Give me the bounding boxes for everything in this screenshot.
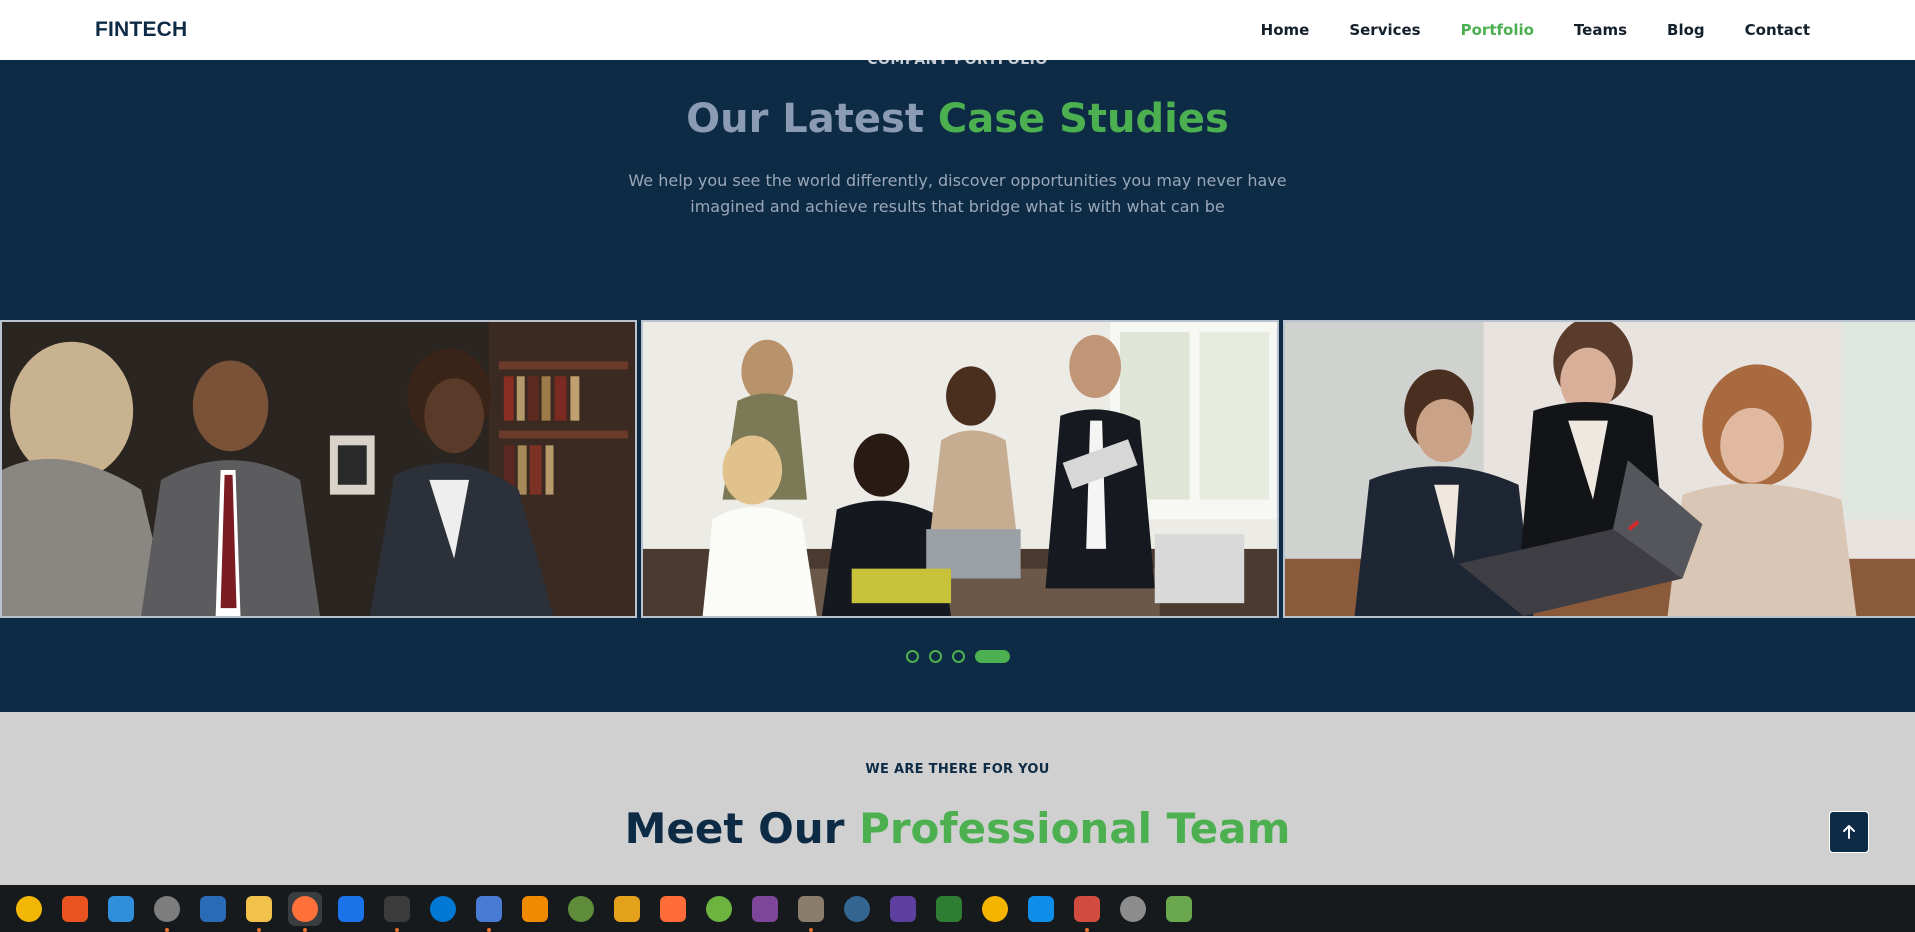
sticky-notes-icon[interactable] [978, 892, 1012, 926]
postgresql-icon[interactable] [840, 892, 874, 926]
postman-icon-glyph [660, 895, 686, 922]
vscode-icon[interactable] [426, 892, 460, 926]
team-heading: Meet Our Professional Team [0, 804, 1915, 853]
text-editor-icon[interactable] [242, 892, 276, 932]
vscode-icon-glyph [430, 895, 456, 922]
firefox-icon-glyph [292, 895, 318, 922]
notes-icon[interactable] [472, 892, 506, 932]
color-picker-icon[interactable] [932, 892, 966, 926]
vlc-icon[interactable] [518, 892, 552, 926]
heading-accent-part: Case Studies [937, 96, 1229, 142]
kodi-icon-glyph [890, 895, 916, 922]
team-section: WE ARE THERE FOR YOU Meet Our Profession… [0, 712, 1915, 885]
nav-item-services[interactable]: Services [1349, 21, 1420, 39]
vlc-icon-glyph [522, 895, 548, 922]
lead-line-2: imagined and achieve results that bridge… [690, 197, 1225, 216]
help-icon[interactable] [104, 892, 138, 926]
network-tool-icon[interactable] [564, 892, 598, 926]
presentation-icon[interactable] [1070, 892, 1104, 932]
portfolio-section: COMPANY PORTFOLIO Our Latest Case Studie… [0, 52, 1915, 712]
running-indicator [165, 927, 169, 932]
carousel-pagination [0, 650, 1915, 663]
top-navbar: FINTECH Home Services Portfolio Teams Blog Co… [0, 0, 1915, 60]
software-center-icon[interactable] [58, 892, 92, 926]
ssd-drive-icon[interactable] [1116, 892, 1150, 926]
calculator-icon-glyph [614, 895, 640, 922]
gimp-icon-glyph [798, 895, 824, 922]
kodi-icon[interactable] [886, 892, 920, 926]
case-study-carousel[interactable] [0, 320, 1915, 620]
running-indicator [395, 927, 399, 932]
laptop-collaboration-photo [1285, 322, 1915, 616]
case-study-slide-3[interactable] [1283, 320, 1915, 618]
main-nav: Home Services Portfolio Teams Blog Contact [1261, 21, 1820, 39]
carousel-dot-2[interactable] [928, 650, 942, 663]
terminal-icon[interactable] [380, 892, 414, 932]
document-viewer-icon[interactable] [196, 892, 230, 926]
tor-browser-icon-glyph [752, 895, 778, 922]
carousel-dot-3[interactable] [951, 650, 965, 663]
notes-icon-glyph [476, 895, 502, 922]
nav-item-blog[interactable]: Blog [1667, 21, 1705, 39]
heading-muted-part: Our Latest [686, 96, 924, 142]
wireshark-icon-glyph [338, 895, 364, 922]
rhythmbox-icon[interactable] [12, 892, 46, 926]
trash-icon[interactable] [1162, 892, 1196, 926]
scroll-to-top-button[interactable] [1829, 811, 1869, 853]
postman-icon[interactable] [656, 892, 690, 926]
rhythmbox-icon-glyph [16, 895, 42, 922]
business-meeting-photo [2, 322, 635, 616]
software-center-icon-glyph [62, 895, 88, 922]
postgresql-icon-glyph [844, 895, 870, 922]
network-tool-icon-glyph [568, 895, 594, 922]
team-heading-dark: Meet Our [624, 804, 845, 853]
document-viewer-icon-glyph [200, 895, 226, 922]
case-study-slide-2[interactable] [641, 320, 1279, 618]
nav-item-contact[interactable]: Contact [1745, 21, 1810, 39]
carousel-dot-4[interactable] [974, 650, 1010, 663]
teamviewer-icon[interactable] [1024, 892, 1058, 926]
running-indicator [257, 927, 261, 932]
nav-item-home[interactable]: Home [1261, 21, 1310, 39]
carousel-dot-1[interactable] [905, 650, 919, 663]
sticky-notes-icon-glyph [982, 895, 1008, 922]
brand-logo[interactable]: FINTECH [95, 18, 187, 42]
gimp-icon[interactable] [794, 892, 828, 932]
running-indicator [303, 927, 307, 932]
firefox-icon[interactable] [288, 891, 322, 932]
nav-item-portfolio[interactable]: Portfolio [1461, 21, 1534, 39]
portfolio-heading: Our Latest Case Studies [0, 96, 1915, 142]
os-taskbar [0, 885, 1915, 932]
presentation-icon-glyph [1074, 895, 1100, 922]
color-picker-icon-glyph [936, 895, 962, 922]
text-editor-icon-glyph [246, 895, 272, 922]
tor-browser-icon[interactable] [748, 892, 782, 926]
arrow-up-icon [1843, 825, 1855, 839]
team-discussion-photo [643, 322, 1277, 616]
lead-line-1: We help you see the world differently, d… [628, 171, 1287, 190]
ssd-drive-icon-glyph [1120, 895, 1146, 922]
running-indicator [1085, 927, 1089, 932]
running-indicator [487, 927, 491, 932]
wireshark-icon[interactable] [334, 892, 368, 926]
files-icon-glyph [154, 895, 180, 922]
team-heading-accent: Professional Team [859, 804, 1291, 853]
teamviewer-icon-glyph [1028, 895, 1054, 922]
files-icon[interactable] [150, 892, 184, 932]
calculator-icon[interactable] [610, 892, 644, 926]
spring-tool-icon[interactable] [702, 892, 736, 926]
case-study-slide-1[interactable] [0, 320, 637, 618]
spring-tool-icon-glyph [706, 895, 732, 922]
portfolio-lead: We help you see the world differently, d… [0, 168, 1915, 220]
team-eyebrow: WE ARE THERE FOR YOU [865, 762, 1050, 777]
terminal-icon-glyph [384, 895, 410, 922]
running-indicator [809, 927, 813, 932]
help-icon-glyph [108, 895, 134, 922]
nav-item-teams[interactable]: Teams [1574, 21, 1627, 39]
trash-icon-glyph [1166, 895, 1192, 922]
